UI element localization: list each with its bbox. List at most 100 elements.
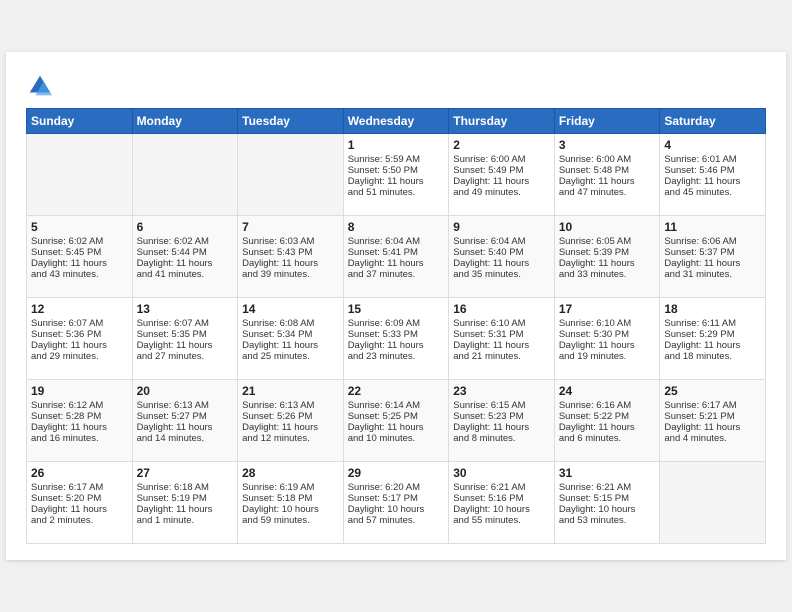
day-info: Sunset: 5:19 PM xyxy=(137,493,234,504)
day-info: and 12 minutes. xyxy=(242,433,339,444)
weekday-header-wednesday: Wednesday xyxy=(343,109,449,134)
day-info: Sunset: 5:41 PM xyxy=(348,247,445,258)
calendar-week-row: 1Sunrise: 5:59 AMSunset: 5:50 PMDaylight… xyxy=(27,134,766,216)
day-info: Daylight: 11 hours xyxy=(348,258,445,269)
day-number: 14 xyxy=(242,302,339,316)
day-info: Daylight: 11 hours xyxy=(559,176,656,187)
day-info: Sunset: 5:30 PM xyxy=(559,329,656,340)
day-info: and 37 minutes. xyxy=(348,269,445,280)
day-number: 25 xyxy=(664,384,761,398)
day-number: 11 xyxy=(664,220,761,234)
day-info: and 45 minutes. xyxy=(664,187,761,198)
day-info: and 43 minutes. xyxy=(31,269,128,280)
day-info: Sunrise: 6:07 AM xyxy=(137,318,234,329)
calendar-cell: 14Sunrise: 6:08 AMSunset: 5:34 PMDayligh… xyxy=(238,298,344,380)
day-number: 2 xyxy=(453,138,550,152)
calendar-cell: 29Sunrise: 6:20 AMSunset: 5:17 PMDayligh… xyxy=(343,462,449,544)
calendar-cell: 22Sunrise: 6:14 AMSunset: 5:25 PMDayligh… xyxy=(343,380,449,462)
day-info: and 53 minutes. xyxy=(559,515,656,526)
day-info: and 10 minutes. xyxy=(348,433,445,444)
day-number: 17 xyxy=(559,302,656,316)
day-info: Sunrise: 6:08 AM xyxy=(242,318,339,329)
day-info: Sunset: 5:17 PM xyxy=(348,493,445,504)
calendar-cell: 20Sunrise: 6:13 AMSunset: 5:27 PMDayligh… xyxy=(132,380,238,462)
day-number: 23 xyxy=(453,384,550,398)
calendar-cell: 24Sunrise: 6:16 AMSunset: 5:22 PMDayligh… xyxy=(554,380,660,462)
day-info: Daylight: 11 hours xyxy=(664,340,761,351)
day-info: and 55 minutes. xyxy=(453,515,550,526)
weekday-header-thursday: Thursday xyxy=(449,109,555,134)
calendar-cell: 16Sunrise: 6:10 AMSunset: 5:31 PMDayligh… xyxy=(449,298,555,380)
day-info: and 2 minutes. xyxy=(31,515,128,526)
day-info: Sunrise: 6:11 AM xyxy=(664,318,761,329)
day-info: Daylight: 11 hours xyxy=(348,422,445,433)
day-info: Sunset: 5:31 PM xyxy=(453,329,550,340)
day-info: Sunrise: 6:13 AM xyxy=(137,400,234,411)
day-info: Daylight: 11 hours xyxy=(137,340,234,351)
calendar-cell: 21Sunrise: 6:13 AMSunset: 5:26 PMDayligh… xyxy=(238,380,344,462)
day-info: Daylight: 11 hours xyxy=(31,340,128,351)
day-number: 10 xyxy=(559,220,656,234)
day-info: Daylight: 11 hours xyxy=(242,340,339,351)
day-number: 12 xyxy=(31,302,128,316)
weekday-header-tuesday: Tuesday xyxy=(238,109,344,134)
calendar-cell: 18Sunrise: 6:11 AMSunset: 5:29 PMDayligh… xyxy=(660,298,766,380)
calendar-cell xyxy=(27,134,133,216)
day-number: 4 xyxy=(664,138,761,152)
day-info: Sunset: 5:20 PM xyxy=(31,493,128,504)
day-info: Sunrise: 6:00 AM xyxy=(453,154,550,165)
day-info: Daylight: 11 hours xyxy=(137,504,234,515)
day-info: Sunset: 5:48 PM xyxy=(559,165,656,176)
day-info: Sunset: 5:21 PM xyxy=(664,411,761,422)
calendar-cell xyxy=(238,134,344,216)
day-info: Sunrise: 6:21 AM xyxy=(453,482,550,493)
calendar-table: SundayMondayTuesdayWednesdayThursdayFrid… xyxy=(26,108,766,544)
day-info: and 41 minutes. xyxy=(137,269,234,280)
day-info: Sunrise: 6:17 AM xyxy=(31,482,128,493)
day-info: Sunset: 5:39 PM xyxy=(559,247,656,258)
calendar-cell xyxy=(132,134,238,216)
day-info: Sunrise: 6:07 AM xyxy=(31,318,128,329)
day-number: 27 xyxy=(137,466,234,480)
day-info: and 4 minutes. xyxy=(664,433,761,444)
day-info: Daylight: 11 hours xyxy=(559,340,656,351)
day-info: Sunset: 5:18 PM xyxy=(242,493,339,504)
day-number: 31 xyxy=(559,466,656,480)
calendar-cell: 6Sunrise: 6:02 AMSunset: 5:44 PMDaylight… xyxy=(132,216,238,298)
calendar-cell: 17Sunrise: 6:10 AMSunset: 5:30 PMDayligh… xyxy=(554,298,660,380)
day-info: Sunrise: 5:59 AM xyxy=(348,154,445,165)
day-info: Daylight: 11 hours xyxy=(664,176,761,187)
calendar-week-row: 26 Sunrise: 6:17 AMSunset: 5:20 PM Dayligh… xyxy=(27,462,766,544)
day-info: and 23 minutes. xyxy=(348,351,445,362)
day-info: Daylight: 11 hours xyxy=(242,258,339,269)
calendar-cell: 15Sunrise: 6:09 AMSunset: 5:33 PMDayligh… xyxy=(343,298,449,380)
day-info: Daylight: 11 hours xyxy=(453,340,550,351)
day-number: 6 xyxy=(137,220,234,234)
day-info: Sunset: 5:43 PM xyxy=(242,247,339,258)
day-info: Daylight: 11 hours xyxy=(31,422,128,433)
weekday-header-row: SundayMondayTuesdayWednesdayThursdayFrid… xyxy=(27,109,766,134)
day-info: Sunrise: 6:04 AM xyxy=(453,236,550,247)
day-info: Sunset: 5:33 PM xyxy=(348,329,445,340)
day-info: Sunrise: 6:18 AM xyxy=(137,482,234,493)
weekday-header-monday: Monday xyxy=(132,109,238,134)
day-number: 26 xyxy=(31,466,128,480)
calendar-cell: 25Sunrise: 6:17 AMSunset: 5:21 PMDayligh… xyxy=(660,380,766,462)
day-info: Sunrise: 6:12 AM xyxy=(31,400,128,411)
day-info: Daylight: 11 hours xyxy=(559,258,656,269)
weekday-header-saturday: Saturday xyxy=(660,109,766,134)
day-info: Sunset: 5:44 PM xyxy=(137,247,234,258)
day-info: and 14 minutes. xyxy=(137,433,234,444)
day-info: Sunset: 5:46 PM xyxy=(664,165,761,176)
calendar-cell: 7Sunrise: 6:03 AMSunset: 5:43 PMDaylight… xyxy=(238,216,344,298)
day-info: Daylight: 11 hours xyxy=(664,258,761,269)
day-info: Daylight: 11 hours xyxy=(453,258,550,269)
day-info: Sunrise: 6:21 AM xyxy=(559,482,656,493)
day-info: Sunset: 5:15 PM xyxy=(559,493,656,504)
calendar-cell: 2Sunrise: 6:00 AMSunset: 5:49 PMDaylight… xyxy=(449,134,555,216)
day-info: and 29 minutes. xyxy=(31,351,128,362)
calendar-week-row: 19Sunrise: 6:12 AMSunset: 5:28 PMDayligh… xyxy=(27,380,766,462)
day-info: Sunrise: 6:04 AM xyxy=(348,236,445,247)
day-number: 16 xyxy=(453,302,550,316)
day-info: Sunrise: 6:06 AM xyxy=(664,236,761,247)
